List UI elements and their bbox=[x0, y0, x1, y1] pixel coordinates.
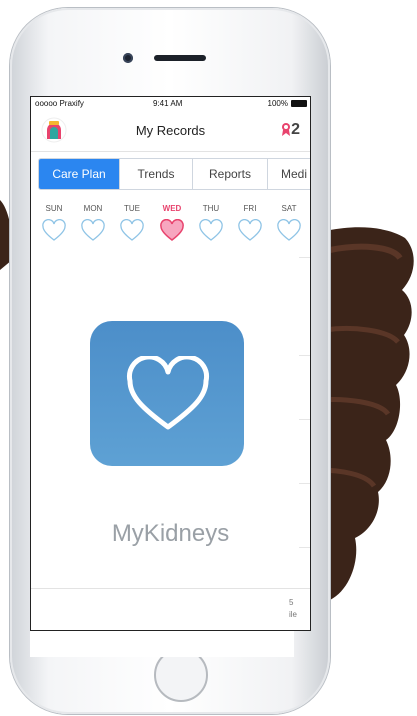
clock: 9:41 AM bbox=[153, 99, 183, 108]
heart-outline-icon bbox=[42, 219, 66, 241]
screen-bottom-mask bbox=[30, 631, 294, 657]
battery-percent: 100% bbox=[267, 99, 288, 108]
status-bar: ooooo Praxify 9:41 AM 100% bbox=[31, 97, 310, 111]
heart-filled-icon bbox=[160, 219, 184, 241]
divider bbox=[299, 257, 310, 258]
app-icon bbox=[90, 321, 244, 466]
day-thu[interactable]: THU bbox=[196, 204, 226, 243]
day-label: THU bbox=[202, 204, 220, 213]
partial-text-line: 5 bbox=[289, 598, 294, 607]
heart-outline-icon bbox=[126, 356, 210, 430]
tab-care-plan[interactable]: Care Plan bbox=[39, 159, 120, 189]
tab-bar-divider bbox=[31, 588, 310, 589]
tab-trends[interactable]: Trends bbox=[120, 159, 193, 189]
day-sun[interactable]: SUN bbox=[39, 204, 69, 243]
tab-bar: Care Plan Trends Reports Medi bbox=[38, 158, 310, 190]
day-mon[interactable]: MON bbox=[78, 204, 108, 243]
heart-outline-icon bbox=[238, 219, 262, 241]
tab-medications[interactable]: Medi bbox=[268, 159, 310, 189]
heart-outline-icon bbox=[199, 219, 223, 241]
page-title: My Records bbox=[135, 123, 206, 138]
day-label: SAT bbox=[281, 204, 297, 213]
day-label: WED bbox=[162, 204, 182, 213]
partial-tab-label: 5 ile bbox=[289, 597, 297, 621]
day-tue[interactable]: TUE bbox=[117, 204, 147, 243]
award-count: 2 bbox=[291, 121, 300, 138]
award-ribbon-icon bbox=[282, 123, 291, 136]
carrier-label: ooooo Praxify bbox=[35, 99, 84, 108]
divider bbox=[299, 419, 310, 420]
day-wed[interactable]: WED bbox=[157, 204, 187, 243]
heart-outline-icon bbox=[120, 219, 144, 241]
app-name: MyKidneys bbox=[111, 520, 230, 547]
heart-outline-icon bbox=[277, 219, 301, 241]
award-badge[interactable]: 2 bbox=[281, 121, 300, 139]
front-camera bbox=[123, 53, 133, 63]
day-label: MON bbox=[83, 204, 103, 213]
heart-outline-icon bbox=[81, 219, 105, 241]
tab-reports[interactable]: Reports bbox=[193, 159, 268, 189]
divider bbox=[299, 355, 310, 356]
phone-screen: ooooo Praxify 9:41 AM 100% My Records 2 … bbox=[30, 96, 311, 631]
earpiece-speaker bbox=[154, 55, 206, 61]
battery-icon bbox=[291, 100, 307, 107]
day-fri[interactable]: FRI bbox=[235, 204, 265, 243]
day-label: TUE bbox=[124, 204, 140, 213]
day-label: SUN bbox=[45, 204, 63, 213]
nav-bar: My Records 2 bbox=[31, 111, 310, 152]
divider bbox=[299, 483, 310, 484]
partial-text-line: ile bbox=[289, 610, 298, 619]
day-label: FRI bbox=[243, 204, 257, 213]
day-sat[interactable]: SAT bbox=[274, 204, 304, 243]
